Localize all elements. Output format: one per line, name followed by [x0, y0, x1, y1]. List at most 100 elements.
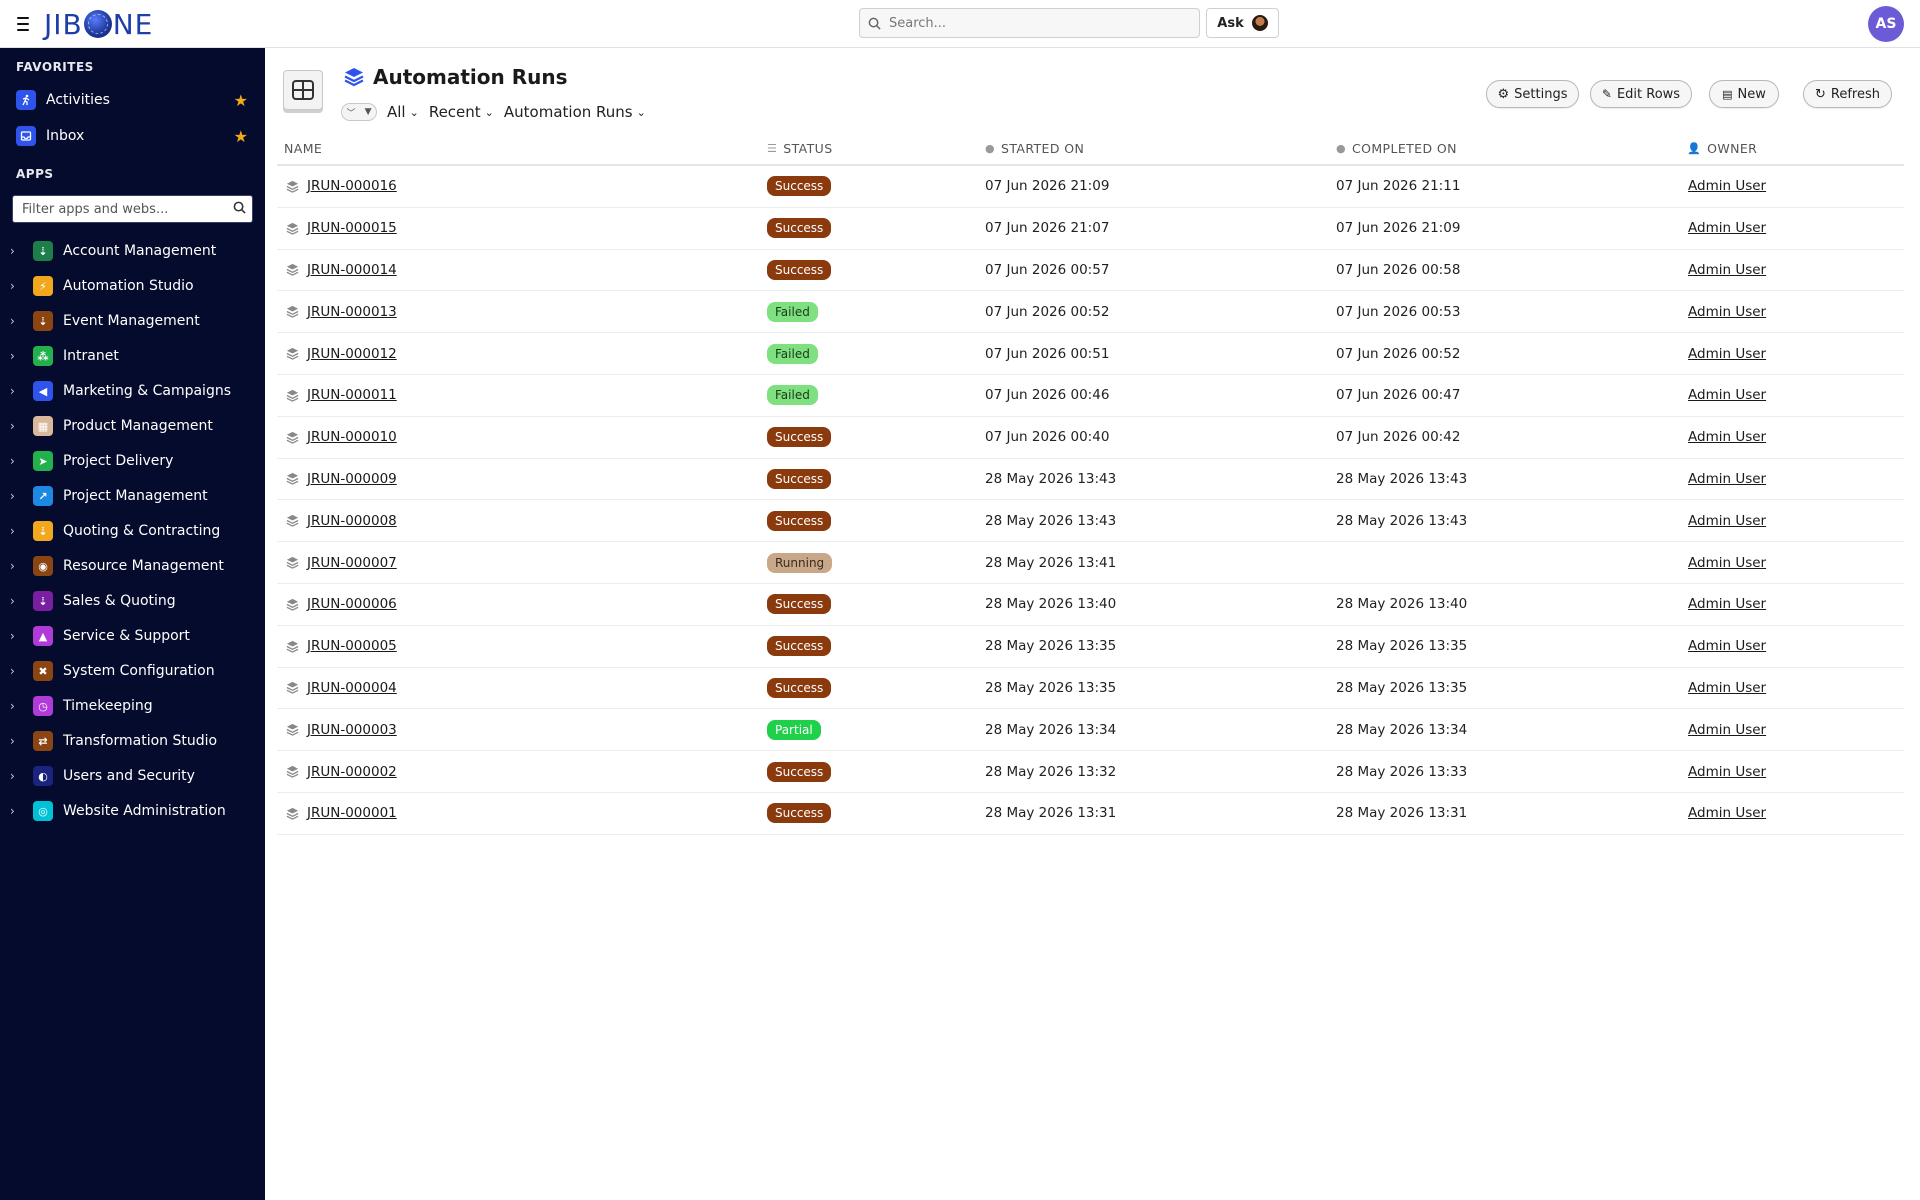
- search-input[interactable]: [889, 15, 1179, 31]
- chevron-right-icon[interactable]: ›: [10, 279, 24, 293]
- sidebar-app-intranet[interactable]: › ⁂ Intranet: [10, 341, 255, 371]
- owner-link[interactable]: Admin User: [1688, 262, 1766, 278]
- run-id-link[interactable]: JRUN-000014: [307, 262, 397, 278]
- run-id-link[interactable]: JRUN-000015: [307, 220, 397, 236]
- app-logo[interactable]: JIB NE: [44, 8, 153, 41]
- column-header-started[interactable]: ● STARTED ON: [985, 141, 1084, 156]
- chevron-right-icon[interactable]: ›: [10, 314, 24, 328]
- run-id-link[interactable]: JRUN-000008: [307, 513, 397, 529]
- chevron-right-icon[interactable]: ›: [10, 629, 24, 643]
- table-row[interactable]: JRUN-000007 Running 28 May 2026 13:41 Admin…: [277, 542, 1904, 584]
- edit-rows-button[interactable]: ✎ Edit Rows: [1590, 80, 1692, 108]
- sort-dropdown[interactable]: Recent ⌄: [429, 103, 494, 121]
- sidebar-app-system-configuration[interactable]: › ✖ System Configuration: [10, 656, 255, 686]
- chevron-right-icon[interactable]: ›: [10, 524, 24, 538]
- run-id-link[interactable]: JRUN-000002: [307, 764, 397, 780]
- run-id-link[interactable]: JRUN-000011: [307, 387, 397, 403]
- owner-link[interactable]: Admin User: [1688, 722, 1766, 738]
- run-id-link[interactable]: JRUN-000012: [307, 346, 397, 362]
- table-row[interactable]: JRUN-000005 Success 28 May 2026 13:35 28 Ma…: [277, 626, 1904, 668]
- column-header-name[interactable]: NAME: [284, 141, 322, 156]
- owner-link[interactable]: Admin User: [1688, 346, 1766, 362]
- sidebar-app-marketing-campaigns[interactable]: › ◀ Marketing & Campaigns: [10, 376, 255, 406]
- chevron-right-icon[interactable]: ›: [10, 769, 24, 783]
- table-row[interactable]: JRUN-000016 Success 07 Jun 2026 21:09 07 Ju…: [277, 166, 1904, 208]
- chevron-right-icon[interactable]: ›: [10, 734, 24, 748]
- table-row[interactable]: JRUN-000008 Success 28 May 2026 13:43 28 Ma…: [277, 500, 1904, 543]
- owner-link[interactable]: Admin User: [1688, 638, 1766, 654]
- refresh-button[interactable]: ↻ Refresh: [1803, 80, 1892, 108]
- owner-link[interactable]: Admin User: [1688, 220, 1766, 236]
- run-id-link[interactable]: JRUN-000013: [307, 304, 397, 320]
- filter-apps-input[interactable]: [22, 201, 227, 217]
- sidebar-app-product-management[interactable]: › ▦ Product Management: [10, 411, 255, 441]
- apps-filter[interactable]: [12, 195, 253, 223]
- table-row[interactable]: JRUN-000014 Success 07 Jun 2026 00:57 07 Ju…: [277, 250, 1904, 292]
- sidebar-app-project-management[interactable]: › ↗ Project Management: [10, 481, 255, 511]
- sidebar-app-service-support[interactable]: › ▲ Service & Support: [10, 621, 255, 651]
- sidebar-app-automation-studio[interactable]: › ⚡ Automation Studio: [10, 271, 255, 301]
- owner-link[interactable]: Admin User: [1688, 555, 1766, 571]
- table-row[interactable]: JRUN-000001 Success 28 May 2026 13:31 28 Ma…: [277, 793, 1904, 835]
- table-row[interactable]: JRUN-000013 Failed 07 Jun 2026 00:52 07 Jun…: [277, 291, 1904, 334]
- chevron-right-icon[interactable]: ›: [10, 804, 24, 818]
- owner-link[interactable]: Admin User: [1688, 304, 1766, 320]
- sidebar-app-users-and-security[interactable]: › ◐ Users and Security: [10, 761, 255, 791]
- user-avatar[interactable]: AS: [1868, 6, 1904, 42]
- owner-link[interactable]: Admin User: [1688, 471, 1766, 487]
- run-id-link[interactable]: JRUN-000003: [307, 722, 397, 738]
- table-row[interactable]: JRUN-000002 Success 28 May 2026 13:32 28 Ma…: [277, 751, 1904, 793]
- hamburger-menu-icon[interactable]: [14, 13, 32, 33]
- table-row[interactable]: JRUN-000011 Failed 07 Jun 2026 00:46 07 Jun…: [277, 375, 1904, 417]
- chevron-right-icon[interactable]: ›: [10, 384, 24, 398]
- chevron-right-icon[interactable]: ›: [10, 489, 24, 503]
- column-header-owner[interactable]: 👤 OWNER: [1687, 141, 1757, 156]
- table-row[interactable]: JRUN-000003 Partial 28 May 2026 13:34 28 Ma…: [277, 709, 1904, 752]
- sidebar-app-event-management[interactable]: › ⇣ Event Management: [10, 306, 255, 336]
- owner-link[interactable]: Admin User: [1688, 429, 1766, 445]
- run-id-link[interactable]: JRUN-000009: [307, 471, 397, 487]
- owner-link[interactable]: Admin User: [1688, 805, 1766, 821]
- star-icon[interactable]: ★: [234, 127, 248, 146]
- chevron-right-icon[interactable]: ›: [10, 559, 24, 573]
- table-row[interactable]: JRUN-000015 Success 07 Jun 2026 21:07 07 Ju…: [277, 208, 1904, 250]
- chevron-right-icon[interactable]: ›: [10, 349, 24, 363]
- column-header-completed[interactable]: ● COMPLETED ON: [1336, 141, 1457, 156]
- chevron-right-icon[interactable]: ›: [10, 244, 24, 258]
- favorite-activities[interactable]: Activities ★: [16, 85, 248, 115]
- favorite-inbox[interactable]: Inbox ★: [16, 121, 248, 151]
- run-id-link[interactable]: JRUN-000004: [307, 680, 397, 696]
- run-id-link[interactable]: JRUN-000005: [307, 638, 397, 654]
- run-id-link[interactable]: JRUN-000001: [307, 805, 397, 821]
- sidebar-app-quoting-contracting[interactable]: › ⇣ Quoting & Contracting: [10, 516, 255, 546]
- star-icon[interactable]: ★: [234, 91, 248, 110]
- module-grid-icon[interactable]: [283, 70, 323, 110]
- chevron-right-icon[interactable]: ›: [10, 594, 24, 608]
- owner-link[interactable]: Admin User: [1688, 680, 1766, 696]
- table-row[interactable]: JRUN-000006 Success 28 May 2026 13:40 28 Ma…: [277, 584, 1904, 626]
- run-id-link[interactable]: JRUN-000016: [307, 178, 397, 194]
- scope-dropdown[interactable]: All ⌄: [387, 103, 419, 121]
- chevron-right-icon[interactable]: ›: [10, 454, 24, 468]
- owner-link[interactable]: Admin User: [1688, 764, 1766, 780]
- owner-link[interactable]: Admin User: [1688, 513, 1766, 529]
- run-id-link[interactable]: JRUN-000010: [307, 429, 397, 445]
- column-header-status[interactable]: ☰ STATUS: [767, 141, 833, 156]
- run-id-link[interactable]: JRUN-000006: [307, 596, 397, 612]
- table-row[interactable]: JRUN-000004 Success 28 May 2026 13:35 28 Ma…: [277, 668, 1904, 710]
- table-row[interactable]: JRUN-000010 Success 07 Jun 2026 00:40 07 Ju…: [277, 417, 1904, 459]
- chevron-right-icon[interactable]: ›: [10, 699, 24, 713]
- run-id-link[interactable]: JRUN-000007: [307, 555, 397, 571]
- owner-link[interactable]: Admin User: [1688, 596, 1766, 612]
- sidebar-app-account-management[interactable]: › ⇣ Account Management: [10, 236, 255, 266]
- owner-link[interactable]: Admin User: [1688, 387, 1766, 403]
- sidebar-app-website-administration[interactable]: › ◎ Website Administration: [10, 796, 255, 826]
- sidebar-app-project-delivery[interactable]: › ➤ Project Delivery: [10, 446, 255, 476]
- sidebar-app-sales-quoting[interactable]: › ⇣ Sales & Quoting: [10, 586, 255, 616]
- table-row[interactable]: JRUN-000012 Failed 07 Jun 2026 00:51 07 Jun…: [277, 333, 1904, 375]
- table-row[interactable]: JRUN-000009 Success 28 May 2026 13:43 28 Ma…: [277, 459, 1904, 501]
- global-search[interactable]: [859, 8, 1200, 38]
- sidebar-app-transformation-studio[interactable]: › ⇄ Transformation Studio: [10, 726, 255, 756]
- view-dropdown[interactable]: Automation Runs ⌄: [504, 103, 646, 121]
- settings-button[interactable]: ⚙ Settings: [1486, 80, 1579, 108]
